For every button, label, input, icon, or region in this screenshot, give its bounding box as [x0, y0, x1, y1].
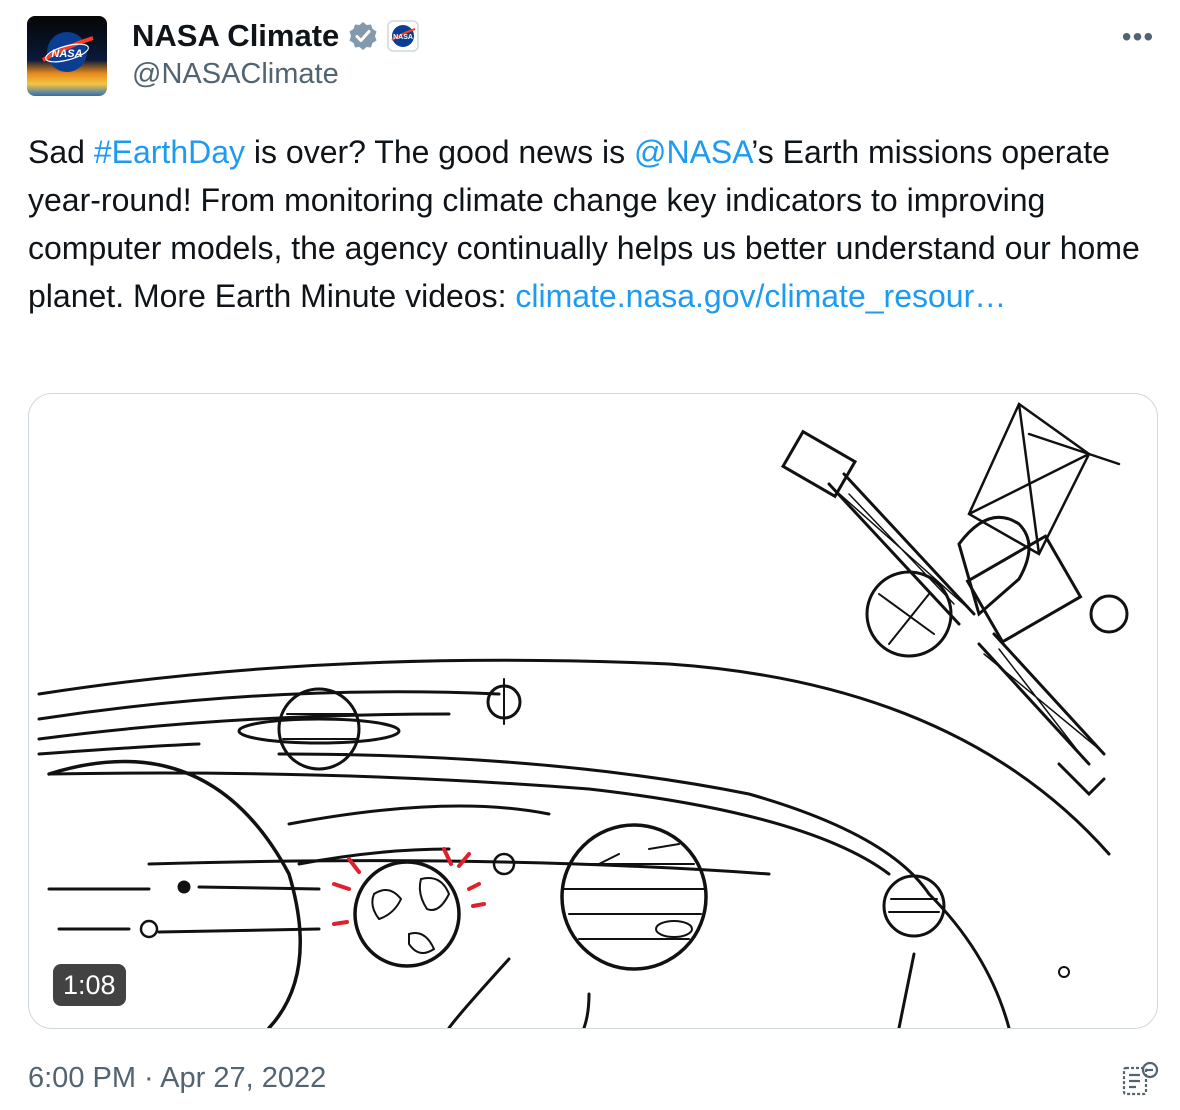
author-handle[interactable]: @NASAClimate: [132, 58, 339, 91]
verified-badge-icon[interactable]: [347, 20, 379, 52]
more-options-button[interactable]: •••: [1118, 21, 1158, 52]
tweet-text-part: is over? The good news is: [245, 134, 634, 170]
video-player[interactable]: 1:08: [28, 393, 1158, 1029]
hashtag-link[interactable]: #EarthDay: [94, 134, 245, 170]
tweet-text-part: Sad: [28, 134, 94, 170]
nasa-logo-icon: NASA: [27, 16, 107, 96]
author-name-row: NASA Climate NASA: [132, 15, 420, 57]
external-link[interactable]: climate.nasa.gov/climate_resour…: [515, 278, 1006, 314]
author-avatar[interactable]: NASA: [27, 16, 107, 96]
tweet-timestamp[interactable]: 6:00 PM · Apr 27, 2022: [28, 1062, 326, 1095]
video-duration-badge: 1:08: [53, 964, 126, 1006]
community-notes-button[interactable]: [1120, 1060, 1160, 1100]
svg-text:NASA: NASA: [51, 48, 82, 60]
notes-icon: [1122, 1061, 1159, 1096]
author-display-name[interactable]: NASA Climate: [132, 18, 339, 54]
mention-link[interactable]: @NASA: [634, 134, 751, 170]
svg-text:NASA: NASA: [393, 34, 413, 41]
nasa-affiliate-badge-icon[interactable]: NASA: [387, 20, 420, 52]
tweet-text: Sad #EarthDay is over? The good news is …: [28, 128, 1148, 320]
solar-system-sketch-illustration: [37, 402, 1129, 1028]
